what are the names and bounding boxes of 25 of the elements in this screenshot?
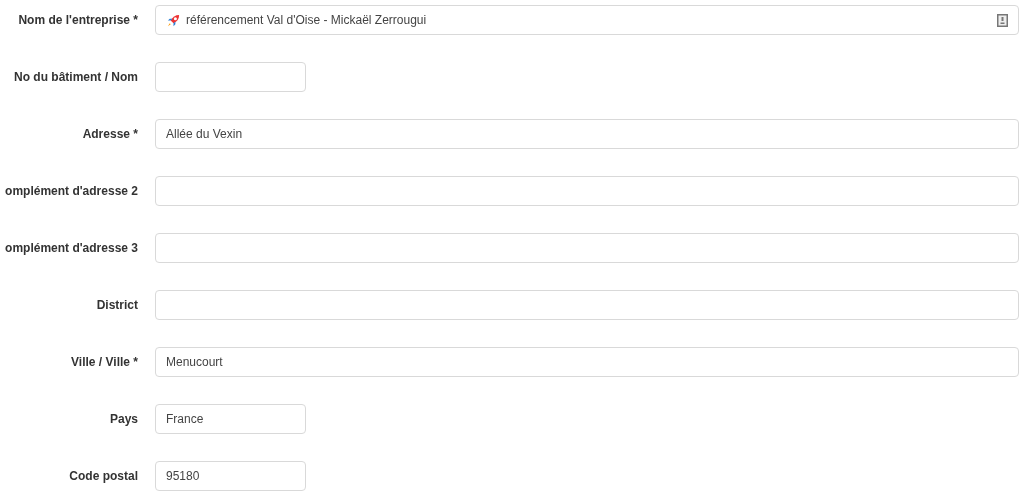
field-label: Pays — [109, 411, 138, 427]
input-field[interactable]: Menucourt — [155, 347, 1019, 377]
field-label: District — [96, 297, 138, 313]
field-label: No du bâtiment / Nom — [14, 69, 138, 85]
input-field[interactable]: référencement Val d'Oise - Mickaël Zerrougui — [155, 5, 1019, 35]
input-field[interactable] — [155, 176, 1019, 206]
input-field[interactable]: France — [155, 404, 306, 434]
text-input[interactable]: Allée du Vexin — [166, 126, 1008, 142]
input-field[interactable]: Allée du Vexin — [155, 119, 1019, 149]
rocket-icon — [166, 12, 181, 28]
field-label: Adresse * — [82, 126, 138, 142]
text-input[interactable]: Menucourt — [166, 354, 1008, 370]
input-field[interactable] — [155, 62, 306, 92]
text-input[interactable]: référencement Val d'Oise - Mickaël Zerrougui — [186, 12, 992, 28]
input-field[interactable] — [155, 290, 1019, 320]
field-label: Code postal — [69, 468, 138, 484]
field-label: Nom de l'entreprise * — [18, 12, 138, 28]
text-input[interactable]: France — [166, 411, 295, 427]
input-field[interactable]: 95180 — [155, 461, 306, 491]
field-label: omplément d'adresse 2 — [5, 183, 138, 199]
field-label: Ville / Ville * — [71, 354, 138, 370]
field-label: omplément d'adresse 3 — [5, 240, 138, 256]
contact-card-icon[interactable] — [997, 13, 1008, 27]
input-field[interactable] — [155, 233, 1019, 263]
text-input[interactable]: 95180 — [166, 468, 295, 484]
